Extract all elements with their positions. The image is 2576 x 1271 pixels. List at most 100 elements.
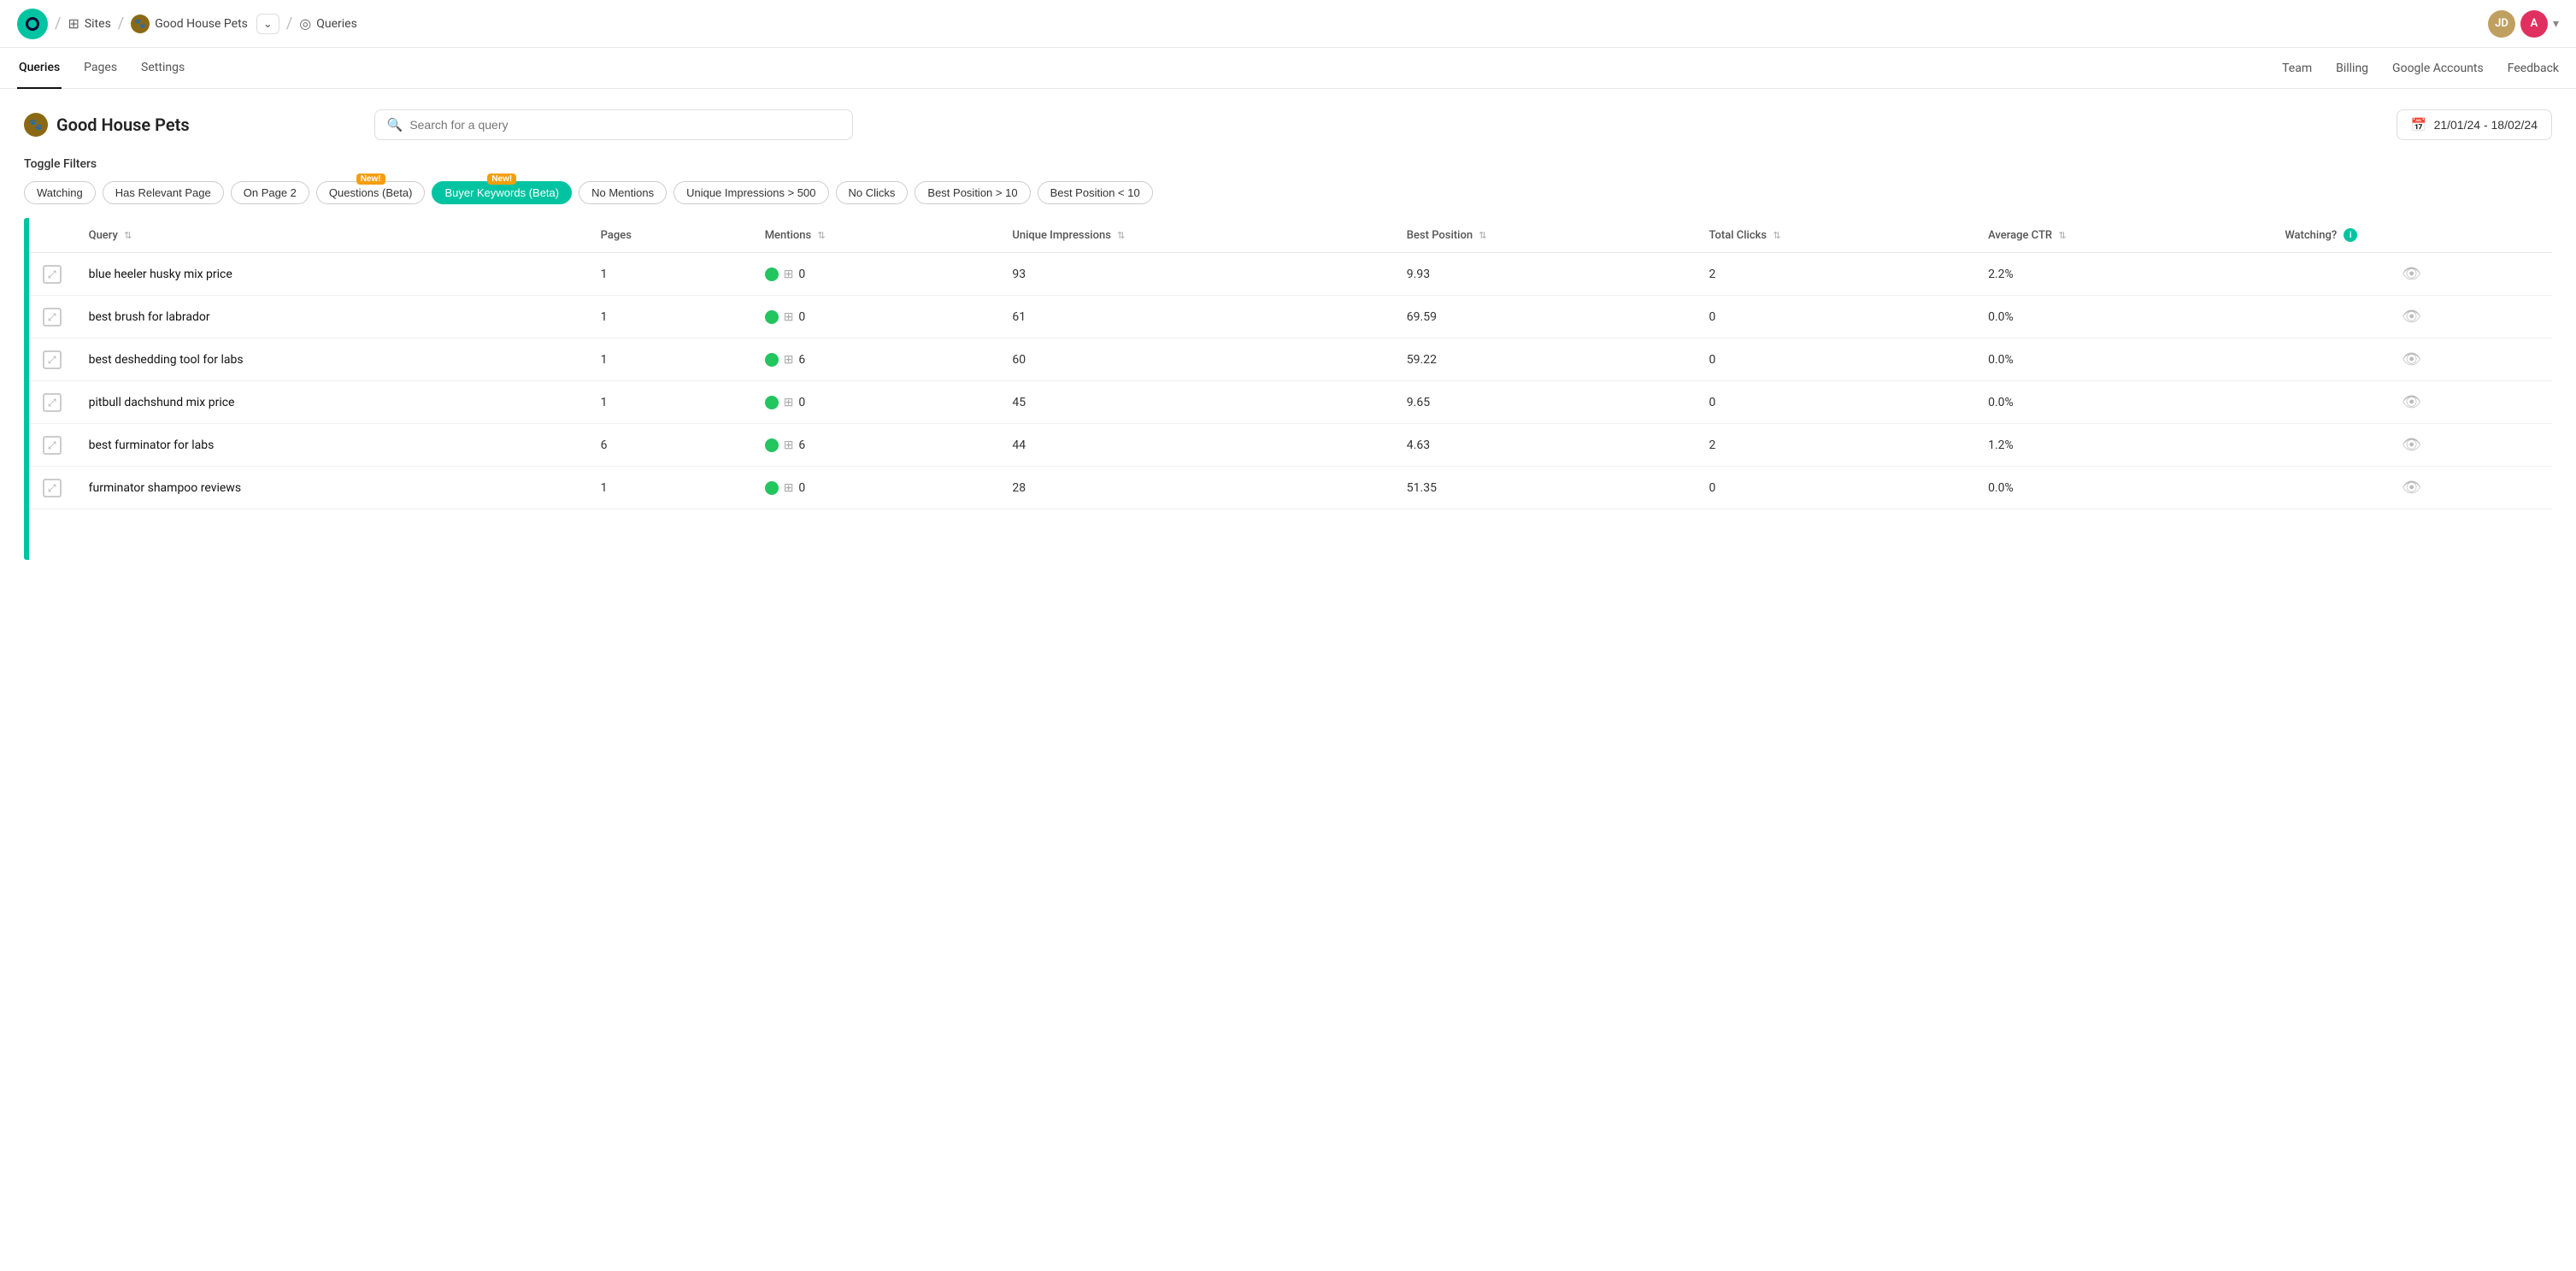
row-watching-4[interactable]: 👁	[2271, 424, 2552, 467]
link-google-accounts[interactable]: Google Accounts	[2392, 62, 2484, 75]
row-query-3[interactable]: pitbull dachshund mix price	[75, 381, 587, 424]
th-total-clicks[interactable]: Total Clicks ⇅	[1695, 218, 1974, 253]
filter-best-position-lt10[interactable]: Best Position < 10	[1038, 181, 1153, 204]
mention-green-icon	[765, 268, 779, 281]
toggle-filters-label: Toggle Filters	[24, 157, 2552, 171]
watching-toggle-icon[interactable]: 👁	[2402, 436, 2421, 454]
row-watching-2[interactable]: 👁	[2271, 338, 2552, 381]
watching-toggle-icon[interactable]: 👁	[2402, 265, 2421, 283]
th-unique-impressions[interactable]: Unique Impressions ⇅	[998, 218, 1392, 253]
row-expand-5[interactable]: ⤢	[29, 467, 75, 509]
sort-position-icon: ⇅	[1479, 230, 1486, 241]
badge-new-buyer-keywords: New!	[487, 174, 516, 185]
filter-best-position-gt10[interactable]: Best Position > 10	[915, 181, 1030, 204]
row-watching-3[interactable]: 👁	[2271, 381, 2552, 424]
filter-no-clicks[interactable]: No Clicks	[836, 181, 909, 204]
link-feedback[interactable]: Feedback	[2508, 62, 2559, 75]
tab-pages[interactable]: Pages	[82, 48, 119, 89]
queries-table: Query ⇅ Pages Mentions ⇅ Unique Impressi…	[29, 218, 2552, 509]
table-row: ⤢ pitbull dachshund mix price 1 ⊞ 0 45 9…	[29, 381, 2552, 424]
row-query-5[interactable]: furminator shampoo reviews	[75, 467, 587, 509]
search-icon: 🔍	[387, 117, 403, 132]
row-ctr-1: 0.0%	[1974, 296, 2271, 338]
th-average-ctr[interactable]: Average CTR ⇅	[1974, 218, 2271, 253]
filter-watching-label: Watching	[37, 186, 83, 199]
row-expand-3[interactable]: ⤢	[29, 381, 75, 424]
th-best-position[interactable]: Best Position ⇅	[1393, 218, 1696, 253]
filter-questions-beta-label: Questions (Beta)	[329, 186, 413, 199]
filter-unique-impressions[interactable]: Unique Impressions > 500	[673, 181, 828, 204]
nav-sites[interactable]: ⊞ Sites	[68, 15, 110, 32]
row-mentions-5: ⊞ 0	[751, 467, 999, 509]
filter-buyer-keywords-beta[interactable]: New! Buyer Keywords (Beta)	[432, 181, 572, 204]
avatar-user1[interactable]: JD	[2488, 10, 2515, 38]
sites-icon: ⊞	[68, 15, 79, 32]
tab-queries[interactable]: Queries	[17, 48, 62, 89]
filter-has-relevant-page[interactable]: Has Relevant Page	[103, 181, 224, 204]
table-row: ⤢ best brush for labrador 1 ⊞ 0 61 69.59…	[29, 296, 2552, 338]
row-expand-2[interactable]: ⤢	[29, 338, 75, 381]
row-pages-5: 1	[587, 467, 751, 509]
row-watching-1[interactable]: 👁	[2271, 296, 2552, 338]
th-mentions[interactable]: Mentions ⇅	[751, 218, 999, 253]
mention-count: 6	[798, 353, 805, 367]
watching-toggle-icon[interactable]: 👁	[2402, 479, 2421, 497]
row-impressions-1: 61	[998, 296, 1392, 338]
date-range-label: 21/01/24 - 18/02/24	[2434, 118, 2538, 132]
row-position-0: 9.93	[1393, 253, 1696, 296]
sort-clicks-icon: ⇅	[1773, 230, 1780, 241]
link-team[interactable]: Team	[2282, 62, 2312, 75]
tab-pages-label: Pages	[84, 61, 117, 74]
row-ctr-5: 0.0%	[1974, 467, 2271, 509]
row-ctr-0: 2.2%	[1974, 253, 2271, 296]
row-query-2[interactable]: best deshedding tool for labs	[75, 338, 587, 381]
row-expand-0[interactable]: ⤢	[29, 253, 75, 296]
accounts-dropdown-button[interactable]: ▾	[2553, 16, 2559, 31]
sub-nav-right: Team Billing Google Accounts Feedback	[2282, 62, 2559, 75]
mention-grid-icon: ⊞	[784, 396, 794, 409]
filter-watching[interactable]: Watching	[24, 181, 96, 204]
sites-label: Sites	[85, 17, 111, 31]
row-impressions-3: 45	[998, 381, 1392, 424]
watching-toggle-icon[interactable]: 👁	[2402, 308, 2421, 326]
row-watching-5[interactable]: 👁	[2271, 467, 2552, 509]
nav-queries[interactable]: ◎ Queries	[299, 15, 357, 32]
mention-count: 0	[798, 310, 805, 324]
row-position-2: 59.22	[1393, 338, 1696, 381]
logo[interactable]	[17, 9, 48, 39]
row-query-1[interactable]: best brush for labrador	[75, 296, 587, 338]
row-watching-0[interactable]: 👁	[2271, 253, 2552, 296]
tab-settings[interactable]: Settings	[139, 48, 186, 89]
row-expand-1[interactable]: ⤢	[29, 296, 75, 338]
mention-grid-icon: ⊞	[784, 268, 794, 281]
table-container: Query ⇅ Pages Mentions ⇅ Unique Impressi…	[29, 218, 2552, 560]
filter-has-relevant-page-label: Has Relevant Page	[115, 186, 211, 199]
row-ctr-4: 1.2%	[1974, 424, 2271, 467]
table-row: ⤢ best deshedding tool for labs 1 ⊞ 6 60…	[29, 338, 2552, 381]
mention-green-icon	[765, 481, 779, 495]
filter-no-mentions[interactable]: No Mentions	[579, 181, 667, 204]
nav-right: JD A ▾	[2488, 10, 2559, 38]
mention-grid-icon: ⊞	[784, 481, 794, 495]
avatar-user2[interactable]: A	[2520, 10, 2548, 38]
th-pages: Pages	[587, 218, 751, 253]
site-dropdown-button[interactable]: ⌄	[256, 14, 279, 34]
row-expand-4[interactable]: ⤢	[29, 424, 75, 467]
row-query-0[interactable]: blue heeler husky mix price	[75, 253, 587, 296]
watching-toggle-icon[interactable]: 👁	[2402, 350, 2421, 368]
filter-on-page-2[interactable]: On Page 2	[231, 181, 309, 204]
filter-questions-beta[interactable]: New! Questions (Beta)	[316, 181, 426, 204]
sort-query-icon: ⇅	[124, 230, 132, 241]
row-impressions-4: 44	[998, 424, 1392, 467]
link-billing[interactable]: Billing	[2336, 62, 2368, 75]
row-query-4[interactable]: best furminator for labs	[75, 424, 587, 467]
mention-grid-icon: ⊞	[784, 438, 794, 452]
watching-toggle-icon[interactable]: 👁	[2402, 393, 2421, 411]
nav-site-name[interactable]: 🐾 Good House Pets ⌄	[131, 14, 279, 34]
th-query[interactable]: Query ⇅	[75, 218, 587, 253]
search-input[interactable]	[409, 118, 839, 132]
date-range-button[interactable]: 📅 21/01/24 - 18/02/24	[2397, 109, 2552, 140]
row-impressions-5: 28	[998, 467, 1392, 509]
row-position-5: 51.35	[1393, 467, 1696, 509]
row-mentions-0: ⊞ 0	[751, 253, 999, 296]
